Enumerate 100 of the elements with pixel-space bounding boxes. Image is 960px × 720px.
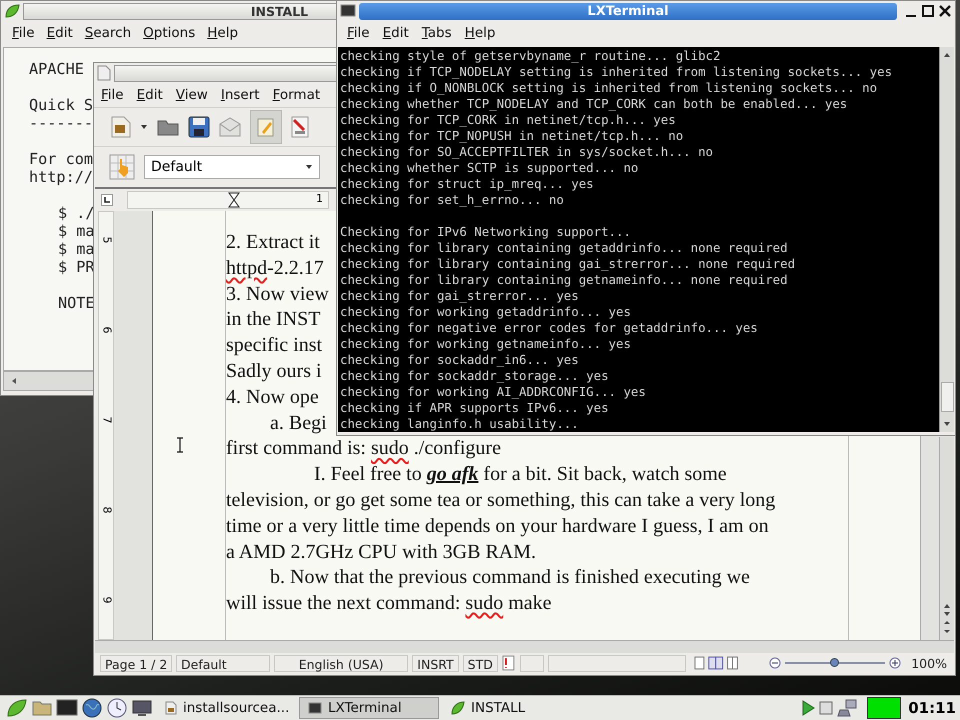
monitor-icon[interactable] bbox=[131, 698, 153, 718]
document-line: television, or go get some tea or something, this can take a very long bbox=[226, 488, 776, 513]
text-line: $ ma bbox=[58, 222, 95, 240]
pencil-icon bbox=[256, 116, 276, 138]
taskbar-button[interactable]: installsourcea... bbox=[156, 697, 296, 719]
taskbar-button[interactable]: LXTerminal bbox=[299, 697, 439, 719]
menu-item[interactable]: Edit bbox=[382, 25, 409, 41]
leaf-icon[interactable] bbox=[4, 3, 20, 19]
terminal-icon bbox=[308, 702, 322, 714]
terminal-line: checking for working getnameinfo... yes bbox=[340, 336, 631, 352]
save-icon[interactable] bbox=[188, 116, 210, 138]
network-icon[interactable] bbox=[836, 698, 858, 718]
terminal-icon[interactable] bbox=[340, 4, 356, 18]
terminal-line: checking for sockaddr_in6... yes bbox=[340, 352, 579, 368]
menu-item[interactable]: Edit bbox=[46, 25, 73, 41]
terminal-line: checking for library containing gai_strerror... none required bbox=[340, 256, 796, 272]
terminal-line: checking whether SCTP is supported... no bbox=[340, 160, 638, 176]
terminal-line: checking for SO_ACCEPTFILTER in sys/socket.h... no bbox=[340, 144, 713, 160]
leaf-icon[interactable] bbox=[6, 698, 28, 718]
down-arrow-icon[interactable] bbox=[942, 420, 952, 428]
document-line: I. Feel free to go afk for a bit. Sit back, watch some bbox=[313, 462, 727, 488]
document-line: b. Now that the previous command is finished executing we bbox=[269, 565, 750, 590]
document-line: a AMD 2.7GHz CPU with 3GB RAM. bbox=[226, 540, 536, 565]
ruler-number: 9 bbox=[99, 596, 114, 604]
zoom-out-icon[interactable] bbox=[769, 657, 782, 669]
ruler-number: 8 bbox=[99, 506, 114, 514]
terminal-line: checking for TCP_NOPUSH in netinet/tcp.h... no bbox=[340, 128, 684, 144]
zoom-in-icon[interactable] bbox=[889, 657, 902, 669]
menu-item[interactable]: Format bbox=[272, 87, 320, 103]
text-line: ------- bbox=[29, 114, 94, 132]
terminal-icon[interactable] bbox=[56, 698, 78, 718]
scrollbar-thumb[interactable] bbox=[940, 382, 954, 412]
document-line: 3. Now view bbox=[226, 282, 329, 307]
leaf-icon bbox=[451, 701, 465, 715]
menu-item[interactable]: View bbox=[176, 87, 208, 103]
terminal-line: checking for library containing getaddrinfo... none required bbox=[340, 240, 788, 256]
menu-item[interactable]: Insert bbox=[220, 87, 260, 103]
menu-item[interactable]: File bbox=[101, 87, 124, 103]
menu-item[interactable]: Help bbox=[464, 25, 496, 41]
left-arrow-icon[interactable] bbox=[10, 377, 18, 385]
maximize-icon[interactable] bbox=[921, 4, 935, 18]
document-line: time or a very little time depends on your hardware I guess, I am on bbox=[226, 514, 769, 539]
document-line: Sadly ours i bbox=[226, 358, 322, 384]
globe-icon[interactable] bbox=[81, 697, 103, 719]
signature-icon[interactable] bbox=[502, 655, 516, 671]
close-icon[interactable] bbox=[938, 4, 952, 18]
paragraph-style-dropdown[interactable]: Default bbox=[144, 155, 320, 179]
terminal-line: checking if O_NONBLOCK setting is inherited from listening sockets... no bbox=[340, 80, 878, 96]
clock[interactable]: 01:11 bbox=[908, 699, 956, 717]
page-count: Page 1 / 2 bbox=[100, 654, 172, 672]
square-icon[interactable] bbox=[819, 701, 834, 715]
document-line: first command is: sudo ./configure bbox=[226, 436, 501, 462]
text-line: NOTE bbox=[58, 294, 95, 312]
horizontal-ruler[interactable]: 1 bbox=[127, 191, 329, 209]
cpu-monitor[interactable] bbox=[867, 697, 902, 719]
menu-item[interactable]: Tabs bbox=[422, 25, 452, 41]
menu-item[interactable]: Options bbox=[143, 25, 196, 41]
indent-marker-icon[interactable] bbox=[228, 192, 240, 208]
vertical-scrollbar[interactable] bbox=[939, 437, 954, 640]
text-cursor-icon bbox=[176, 437, 184, 453]
document-line: will issue the next command: sudo make bbox=[226, 591, 552, 616]
terminal-line: checking for gai_strerror... yes bbox=[340, 288, 579, 304]
tab-stop-icon[interactable] bbox=[101, 194, 113, 206]
scroll-arrows-icon[interactable] bbox=[942, 602, 952, 636]
menu-item[interactable]: File bbox=[12, 25, 35, 41]
menu-item[interactable]: Help bbox=[207, 25, 238, 41]
document-line: 4. Now ope bbox=[226, 384, 319, 410]
document-icon[interactable] bbox=[97, 65, 111, 81]
terminal-line: checking for working AI_ADDRCONFIG... yes bbox=[340, 384, 646, 400]
menu-item[interactable]: Edit bbox=[136, 87, 163, 103]
taskbar-button[interactable]: INSTALL bbox=[442, 697, 582, 719]
status-field bbox=[520, 654, 544, 672]
text-line: $ ./ bbox=[58, 204, 95, 222]
up-arrow-icon[interactable] bbox=[942, 51, 952, 59]
terminal-line: checking if APR supports IPv6... yes bbox=[340, 400, 609, 416]
menu-item[interactable]: Search bbox=[84, 25, 132, 41]
insert-mode: INSRT bbox=[412, 654, 459, 672]
ruler-number: 1 bbox=[316, 192, 323, 205]
text-line: Quick S bbox=[29, 96, 94, 114]
zoom-percentage: 100% bbox=[910, 654, 948, 672]
ruler-number: 5 bbox=[99, 236, 114, 244]
view-layout-icon[interactable] bbox=[694, 656, 740, 670]
window-title: INSTALL bbox=[250, 4, 308, 18]
menu-item[interactable]: File bbox=[347, 25, 370, 41]
terminal-line: checking style of getservbyname_r routine... glibc2 bbox=[340, 48, 720, 64]
document-line: a. Begi bbox=[269, 410, 327, 436]
pdf-icon[interactable] bbox=[290, 116, 310, 138]
ruler-number: 6 bbox=[99, 326, 114, 334]
new-document-icon[interactable] bbox=[110, 115, 132, 139]
selection-mode: STD bbox=[462, 654, 498, 672]
horizontal-scrollbar[interactable] bbox=[95, 640, 954, 653]
terminal-line: checking for TCP_CORK in netinet/tcp.h... yes bbox=[340, 112, 676, 128]
vertical-scrollbar[interactable] bbox=[939, 47, 954, 432]
terminal-line: checking for set_h_errno... no bbox=[340, 192, 564, 208]
play-icon[interactable] bbox=[800, 699, 816, 717]
page-style: Default bbox=[176, 654, 270, 672]
clock-icon[interactable] bbox=[106, 697, 128, 719]
caret-icon[interactable] bbox=[140, 124, 148, 130]
document-line: httpd-2.2.17 bbox=[226, 256, 324, 281]
terminal-line: checking if TCP_NODELAY setting is inherited from listening sockets... yes bbox=[340, 64, 892, 80]
